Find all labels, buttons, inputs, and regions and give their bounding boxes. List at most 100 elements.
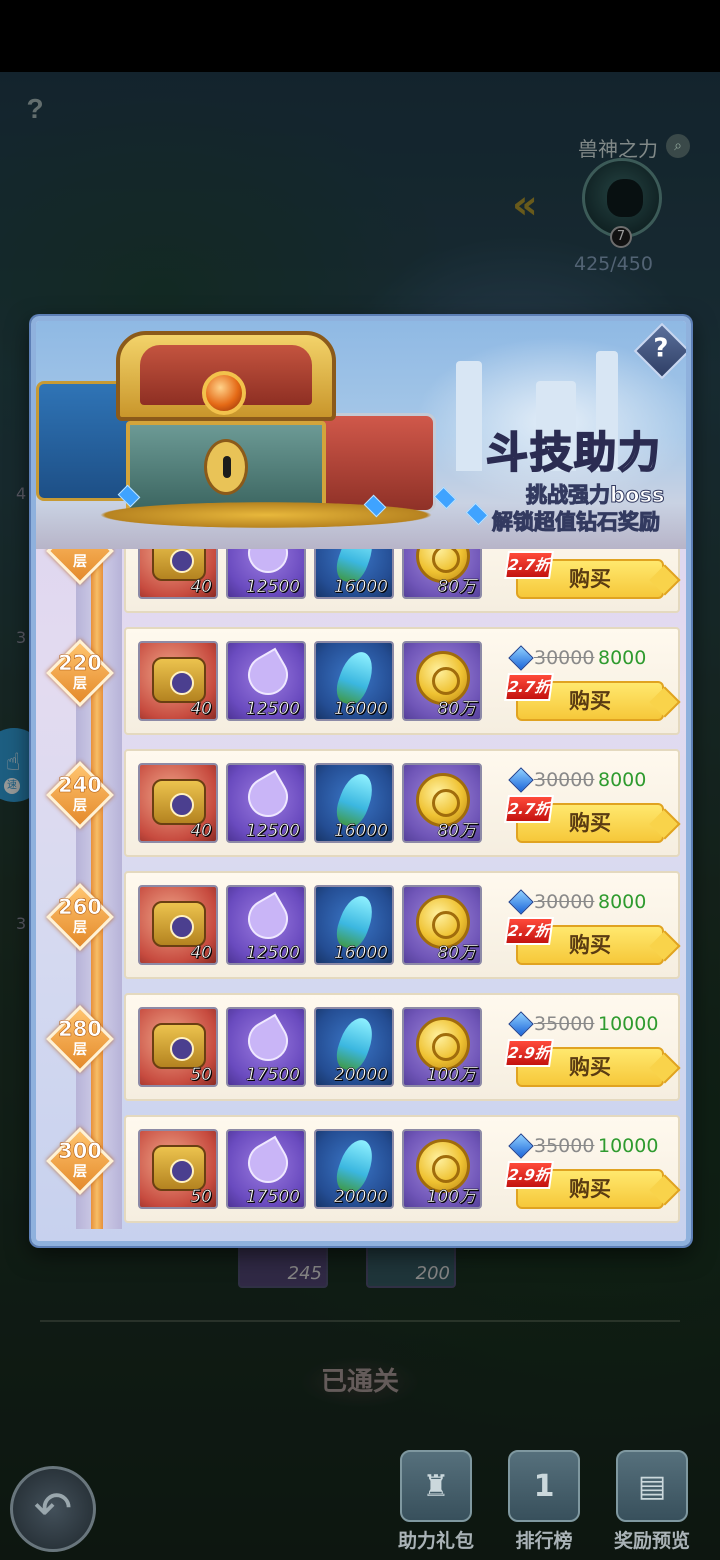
item-quantity: 17500 [245,1187,301,1207]
reward-chest-item[interactable]: 50 [138,1129,218,1209]
reward-coin-item[interactable]: 80万 [402,763,482,843]
reward-chest-item[interactable]: 40 [138,885,218,965]
panel-title: 斗技助力 [485,427,663,478]
floor-unit: 层 [73,1042,87,1058]
flower-icon [240,549,296,581]
floor-unit: 层 [73,1164,87,1180]
chest-icon [152,1145,206,1191]
discount-badge: 2.7折 [504,673,554,701]
item-quantity: 16000 [333,943,389,963]
floor-marker: 300 层 [46,1127,114,1195]
reward-crystal-item[interactable]: 16000 [314,641,394,721]
reward-crystal-item[interactable]: 20000 [314,1129,394,1209]
reward-flower-item[interactable]: 12500 [226,549,306,599]
panel-banner: 斗技助力 挑战强力boss 解锁超值钻石奖励 ? [36,321,686,549]
price-display: 35000 10000 [510,1133,670,1161]
chest-icon [152,901,206,947]
discount-badge: 2.7折 [504,917,554,945]
reward-crystal-item[interactable]: 16000 [314,549,394,599]
item-quantity: 80万 [437,821,476,841]
flower-icon [240,647,296,703]
original-price: 30000 [534,891,595,913]
item-quantity: 40 [190,577,212,597]
item-quantity: 20000 [333,1065,389,1085]
reward-preview-button[interactable]: ▤ 奖励预览 [602,1450,702,1554]
assist-pack-button[interactable]: ♜ 助力礼包 [386,1450,486,1554]
panel-subtitle: 挑战强力boss [525,483,665,508]
floor-marker: 220 层 [46,639,114,707]
original-price: 30000 [534,647,595,669]
reward-row: 40 12500 16000 80万 2.7折 购买 [124,549,680,613]
reward-row: 40 12500 16000 80万 30000 8000 2.7折 购买 [124,749,680,857]
golden-chest-icon [106,321,346,521]
reward-row: 50 17500 20000 100万 35000 10000 2.9折 购买 [124,993,680,1101]
reward-flower-item[interactable]: 12500 [226,641,306,721]
item-quantity: 50 [190,1065,212,1085]
reward-list[interactable]: 200层 40 12500 16000 80万 2.7折 购买 220层 40 … [36,549,686,1229]
flower-icon [240,1013,296,1069]
diamond-icon [510,649,532,667]
reward-flower-item[interactable]: 17500 [226,1007,306,1087]
floor-marker: 280 层 [46,1005,114,1073]
flower-icon [240,769,296,825]
price-display: 30000 8000 [510,889,670,917]
reward-chest-item[interactable]: 50 [138,1007,218,1087]
gate-icon: ♜ [400,1450,472,1522]
nav-label: 奖励预览 [613,1530,690,1552]
reward-chest-item[interactable]: 40 [138,763,218,843]
discount-badge: 2.7折 [504,795,554,823]
chest-icon [152,779,206,825]
diamond-icon [510,893,532,911]
item-quantity: 100万 [426,1065,476,1085]
item-quantity: 80万 [437,699,476,719]
status-bar [0,0,720,72]
price-display: 30000 8000 [510,767,670,795]
sale-price: 10000 [598,1013,659,1035]
castle-tower [456,361,482,471]
leaderboard-button[interactable]: 1 排行榜 [494,1450,594,1554]
reward-coin-item[interactable]: 100万 [402,1129,482,1209]
item-quantity: 12500 [245,943,301,963]
item-quantity: 40 [190,821,212,841]
item-quantity: 12500 [245,577,301,597]
floor-number: 300 [58,1139,102,1164]
reward-chest-item[interactable]: 40 [138,549,218,599]
diamond-icon [510,1015,532,1033]
item-quantity: 12500 [245,699,301,719]
reward-chest-item[interactable]: 40 [138,641,218,721]
reward-coin-item[interactable]: 80万 [402,641,482,721]
reward-flower-item[interactable]: 12500 [226,885,306,965]
reward-coin-item[interactable]: 80万 [402,885,482,965]
floor-unit: 层 [73,554,87,570]
arena-assist-panel: 斗技助力 挑战强力boss 解锁超值钻石奖励 ? 200层 40 12500 1… [31,316,691,1246]
chest-icon [152,657,206,703]
diamond-icon [510,771,532,789]
reward-crystal-item[interactable]: 20000 [314,1007,394,1087]
item-quantity: 16000 [333,577,389,597]
back-button[interactable]: ↶ [10,1466,96,1552]
item-quantity: 50 [190,1187,212,1207]
sale-price: 8000 [598,891,647,913]
reward-coin-item[interactable]: 100万 [402,1007,482,1087]
flower-icon [240,1135,296,1191]
podium-icon: 1 [508,1450,580,1522]
panel-help-button[interactable]: ? [633,322,686,380]
reward-row: 40 12500 16000 80万 30000 8000 2.7折 购买 [124,871,680,979]
sale-price: 8000 [598,647,647,669]
reward-coin-item[interactable]: 80万 [402,549,482,599]
chest-icon [152,1023,206,1069]
item-quantity: 80万 [437,943,476,963]
gold-coins-pile [36,497,496,533]
reward-crystal-item[interactable]: 16000 [314,763,394,843]
diamond-icon [510,1137,532,1155]
reward-row: 40 12500 16000 80万 30000 8000 2.7折 购买 [124,627,680,735]
reward-flower-item[interactable]: 17500 [226,1129,306,1209]
item-quantity: 40 [190,699,212,719]
item-quantity: 16000 [333,699,389,719]
sale-price: 10000 [598,1135,659,1157]
item-quantity: 12500 [245,821,301,841]
question-icon: ? [653,333,669,364]
reward-flower-item[interactable]: 12500 [226,763,306,843]
reward-crystal-item[interactable]: 16000 [314,885,394,965]
floor-marker: 240 层 [46,761,114,829]
